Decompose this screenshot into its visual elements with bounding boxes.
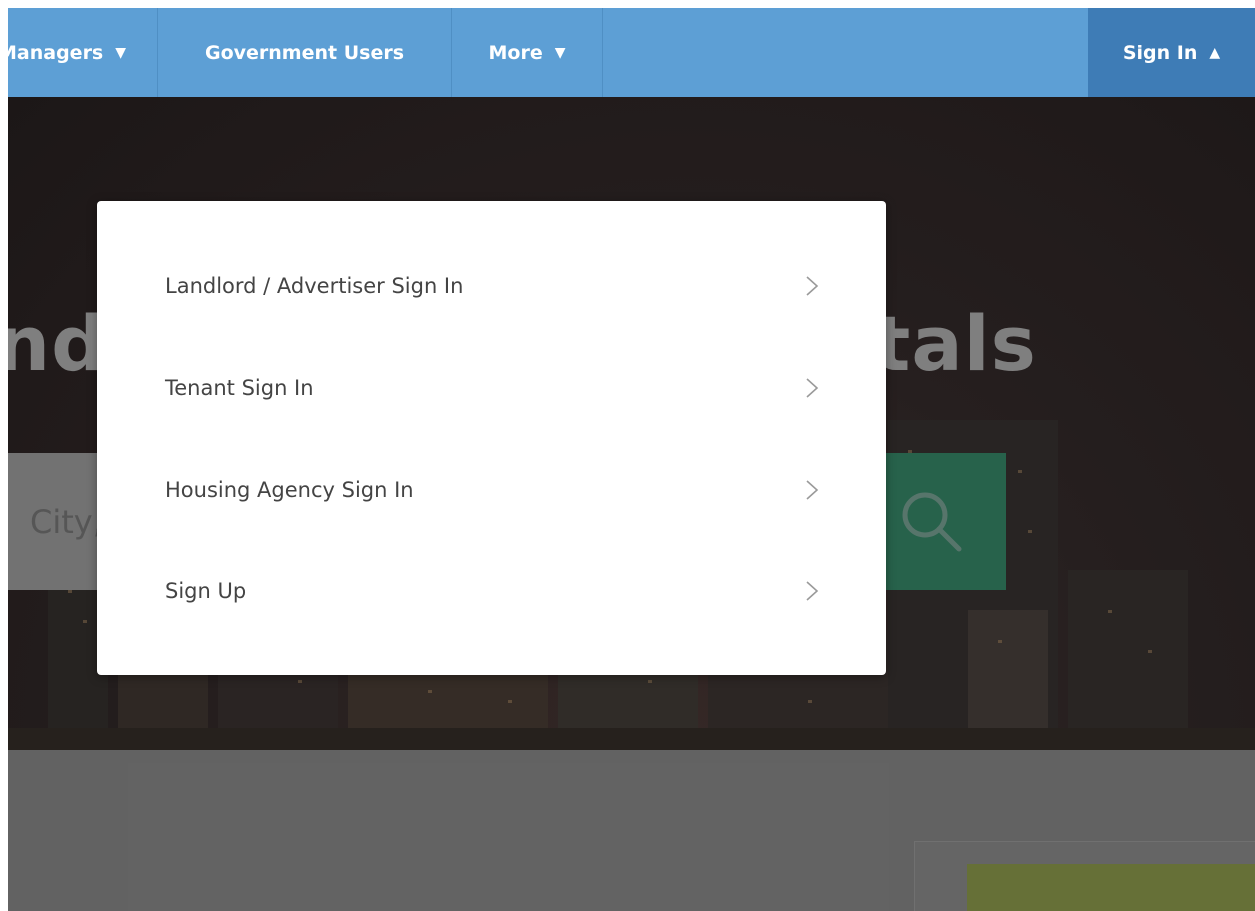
- chevron-right-icon: [806, 378, 819, 398]
- menu-item-label: Landlord / Advertiser Sign In: [165, 274, 464, 298]
- browser-viewport: Managers ▼ Government Users More ▼ Sign …: [8, 8, 1255, 911]
- top-navigation-bar: Managers ▼ Government Users More ▼ Sign …: [8, 8, 1255, 97]
- menu-item-label: Housing Agency Sign In: [165, 478, 414, 502]
- menu-item-tenant-sign-in[interactable]: Tenant Sign In: [97, 338, 886, 438]
- nav-item-government-users-label: Government Users: [204, 41, 405, 64]
- menu-item-label: Tenant Sign In: [165, 376, 314, 400]
- nav-item-government-users[interactable]: Government Users: [158, 8, 452, 97]
- sign-in-dropdown: Landlord / Advertiser Sign In Tenant Sig…: [97, 201, 886, 675]
- menu-item-housing-agency-sign-in[interactable]: Housing Agency Sign In: [97, 440, 886, 540]
- menu-item-label: Sign Up: [165, 579, 247, 603]
- nav-item-managers[interactable]: Managers ▼: [8, 8, 158, 97]
- sign-in-button[interactable]: Sign In ▲: [1088, 8, 1255, 97]
- menu-item-sign-up[interactable]: Sign Up: [97, 541, 886, 641]
- chevron-right-icon: [806, 276, 819, 296]
- caret-up-icon: ▲: [1209, 44, 1221, 61]
- sign-in-label: Sign In: [1122, 41, 1198, 64]
- menu-item-landlord-sign-in[interactable]: Landlord / Advertiser Sign In: [97, 236, 886, 336]
- chevron-right-icon: [806, 581, 819, 601]
- nav-item-managers-label: Managers: [8, 41, 104, 64]
- nav-item-more[interactable]: More ▼: [452, 8, 603, 97]
- nav-item-more-label: More: [488, 41, 543, 64]
- chevron-right-icon: [806, 480, 819, 500]
- caret-down-icon: ▼: [554, 44, 566, 61]
- caret-down-icon: ▼: [115, 44, 127, 61]
